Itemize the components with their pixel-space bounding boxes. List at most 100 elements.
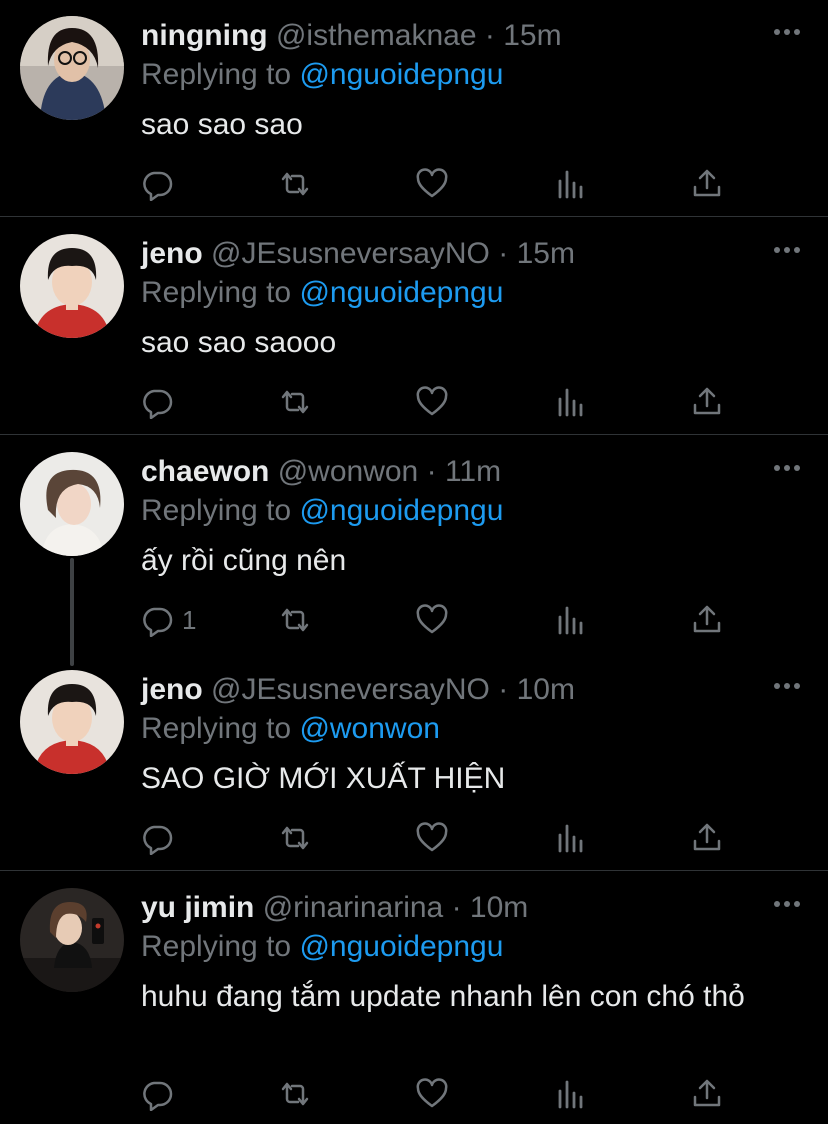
avatar[interactable] bbox=[20, 452, 124, 556]
divider bbox=[0, 216, 828, 217]
reply-icon bbox=[143, 171, 173, 201]
retweet-button[interactable] bbox=[278, 818, 312, 858]
retweet-button[interactable] bbox=[278, 382, 312, 422]
display-name[interactable]: jeno bbox=[141, 673, 203, 706]
analytics-icon bbox=[558, 1080, 583, 1109]
like-button[interactable] bbox=[415, 164, 449, 204]
share-button[interactable] bbox=[690, 1074, 724, 1114]
tweet-text: huhu đang tắm update nhanh lên con chó t… bbox=[141, 980, 745, 1013]
mention-link[interactable]: @nguoidepngu bbox=[299, 276, 503, 309]
tweet-text: sao sao saooo bbox=[141, 326, 337, 359]
like-button[interactable] bbox=[415, 1074, 449, 1114]
heart-icon bbox=[416, 1078, 448, 1108]
analytics-button[interactable] bbox=[553, 382, 587, 422]
reply-button[interactable] bbox=[140, 382, 182, 422]
retweet-button[interactable] bbox=[278, 600, 312, 640]
separator-dot: · bbox=[451, 891, 462, 924]
avatar[interactable] bbox=[20, 16, 124, 120]
woman-with-glasses-avatar bbox=[20, 16, 124, 120]
tweet-header: ningning @isthemaknae · 15m bbox=[141, 16, 562, 56]
user-handle[interactable]: @JEsusneversayNO bbox=[211, 673, 490, 706]
display-name[interactable]: jeno bbox=[141, 237, 203, 270]
separator-dot: · bbox=[498, 673, 509, 706]
action-bar bbox=[0, 1074, 828, 1114]
share-icon bbox=[693, 823, 721, 851]
share-icon bbox=[693, 605, 721, 633]
like-button[interactable] bbox=[415, 600, 449, 640]
reply-icon bbox=[143, 825, 173, 855]
retweet-icon bbox=[281, 390, 309, 414]
reply-button[interactable] bbox=[140, 1074, 182, 1114]
heart-icon bbox=[416, 168, 448, 198]
reply-button[interactable] bbox=[140, 164, 182, 204]
boy-red-shirt-avatar bbox=[20, 670, 124, 774]
user-handle[interactable]: @wonwon bbox=[278, 455, 419, 488]
tweet-header: jeno @JEsusneversayNO · 10m bbox=[141, 670, 575, 710]
reply-icon bbox=[143, 389, 173, 419]
analytics-button[interactable] bbox=[553, 164, 587, 204]
tweet-text: sao sao sao bbox=[141, 108, 303, 141]
heart-icon bbox=[416, 822, 448, 852]
display-name[interactable]: chaewon bbox=[141, 455, 269, 488]
display-name[interactable]: ningning bbox=[141, 19, 268, 52]
heart-icon bbox=[416, 386, 448, 416]
user-handle[interactable]: @rinarinarina bbox=[263, 891, 444, 924]
replying-to: Replying to @nguoidepngu bbox=[141, 928, 503, 966]
more-options-icon[interactable] bbox=[770, 676, 804, 696]
avatar[interactable] bbox=[20, 234, 124, 338]
tweet-header: jeno @JEsusneversayNO · 15m bbox=[141, 234, 575, 274]
analytics-button[interactable] bbox=[553, 600, 587, 640]
mention-link[interactable]: @nguoidepngu bbox=[299, 58, 503, 91]
reply-button[interactable] bbox=[140, 818, 182, 858]
share-icon bbox=[693, 169, 721, 197]
mention-link[interactable]: @wonwon bbox=[299, 712, 440, 745]
like-button[interactable] bbox=[415, 382, 449, 422]
share-icon bbox=[693, 387, 721, 415]
timestamp[interactable]: 10m bbox=[517, 673, 575, 706]
display-name[interactable]: yu jimin bbox=[141, 891, 254, 924]
reply-count: 1 bbox=[182, 604, 197, 635]
woman-dark-background-avatar bbox=[20, 888, 124, 992]
timestamp[interactable]: 15m bbox=[517, 237, 575, 270]
reply-button[interactable]: 1 bbox=[140, 600, 196, 640]
timestamp[interactable]: 15m bbox=[503, 19, 561, 52]
timestamp[interactable]: 10m bbox=[470, 891, 528, 924]
timestamp[interactable]: 11m bbox=[445, 455, 501, 488]
replying-to: Replying to @wonwon bbox=[141, 710, 440, 748]
share-button[interactable] bbox=[690, 600, 724, 640]
boy-red-shirt-avatar bbox=[20, 234, 124, 338]
tweet-text: SAO GIỜ MỚI XUẤT HIỆN bbox=[141, 762, 506, 795]
girl-light-background-avatar bbox=[20, 452, 124, 556]
mention-link[interactable]: @nguoidepngu bbox=[299, 494, 503, 527]
separator-dot: · bbox=[484, 19, 495, 52]
action-bar bbox=[0, 164, 828, 204]
replying-to-label: Replying to bbox=[141, 276, 292, 309]
more-options-icon[interactable] bbox=[770, 458, 804, 478]
action-bar: 1 bbox=[0, 600, 828, 640]
analytics-button[interactable] bbox=[553, 1074, 587, 1114]
user-handle[interactable]: @JEsusneversayNO bbox=[211, 237, 490, 270]
like-button[interactable] bbox=[415, 818, 449, 858]
share-button[interactable] bbox=[690, 164, 724, 204]
more-options-icon[interactable] bbox=[770, 894, 804, 914]
share-button[interactable] bbox=[690, 818, 724, 858]
retweet-button[interactable] bbox=[278, 1074, 312, 1114]
analytics-icon bbox=[558, 388, 583, 417]
reply-icon bbox=[143, 607, 173, 637]
replying-to-label: Replying to bbox=[141, 494, 292, 527]
mention-link[interactable]: @nguoidepngu bbox=[299, 930, 503, 963]
share-button[interactable] bbox=[690, 382, 724, 422]
replying-to: Replying to @nguoidepngu bbox=[141, 274, 503, 312]
replying-to-label: Replying to bbox=[141, 712, 292, 745]
user-handle[interactable]: @isthemaknae bbox=[276, 19, 477, 52]
analytics-button[interactable] bbox=[553, 818, 587, 858]
retweet-button[interactable] bbox=[278, 164, 312, 204]
avatar[interactable] bbox=[20, 888, 124, 992]
separator-dot: · bbox=[498, 237, 509, 270]
more-options-icon[interactable] bbox=[770, 22, 804, 42]
avatar[interactable] bbox=[20, 670, 124, 774]
more-options-icon[interactable] bbox=[770, 240, 804, 260]
retweet-icon bbox=[281, 608, 309, 632]
tweet-text: ấy rồi cũng nên bbox=[141, 544, 347, 577]
replying-to: Replying to @nguoidepngu bbox=[141, 56, 503, 94]
